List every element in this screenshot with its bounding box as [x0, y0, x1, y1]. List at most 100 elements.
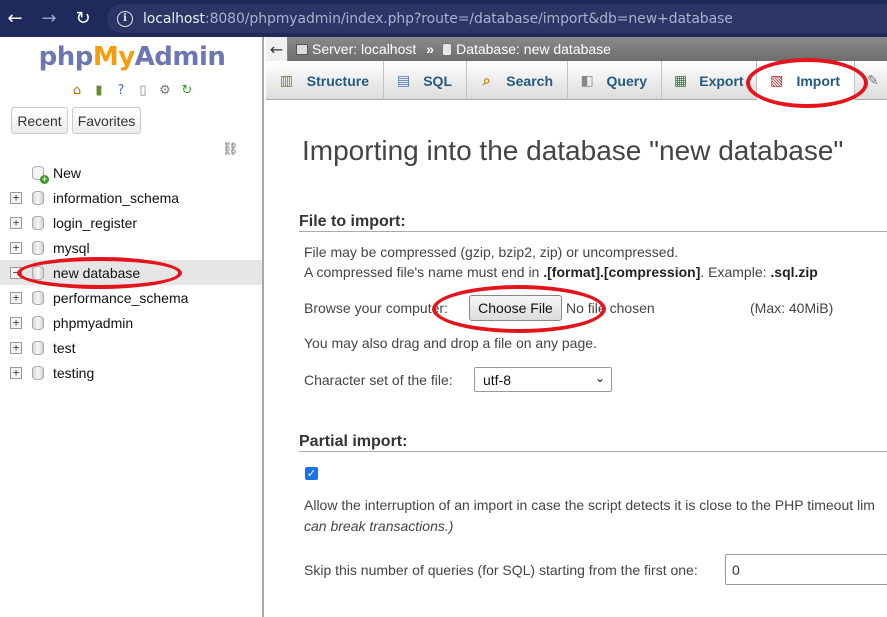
tab-bar: ▥ Structure ▤ SQL ⌕ Search ◧ Query ▦ Exp… [266, 61, 887, 100]
logout-icon[interactable]: ▮ [90, 82, 108, 99]
tab-sql[interactable]: ▤ SQL [384, 61, 467, 100]
tab-label: Query [606, 72, 647, 89]
tab-import[interactable]: ▧ Import [757, 61, 855, 100]
tree-item-login-register[interactable]: + login_register [0, 210, 262, 235]
tree-item-testing[interactable]: + testing [0, 360, 262, 385]
max-size-text: (Max: 40MiB) [750, 300, 834, 316]
charset-select[interactable]: utf-8 ⌄ [474, 367, 612, 392]
page-title: Importing into the database "new databas… [302, 135, 844, 166]
forward-arrow-icon[interactable]: → [34, 0, 64, 37]
sql-icon: ▤ [396, 72, 411, 89]
logo-admin: Admin [134, 42, 226, 72]
allow-interrupt-label: Allow the interruption of an import in c… [304, 497, 875, 513]
structure-icon: ▥ [279, 72, 293, 89]
tree-item-information-schema[interactable]: + information_schema [0, 185, 262, 210]
charset-value: utf-8 [483, 371, 512, 388]
tree-item-label: phpmyadmin [53, 314, 134, 331]
divider [299, 451, 887, 452]
tab-more[interactable]: ✎ [855, 61, 887, 100]
allow-interrupt-checkbox[interactable]: ✓ [305, 467, 318, 480]
allow-interrupt-label-cont: can break transactions.) [304, 518, 454, 534]
expand-icon[interactable]: + [10, 216, 22, 229]
tree-item-label: new database [53, 264, 141, 281]
tab-label: Search [506, 72, 553, 89]
no-file-text: No file chosen [566, 300, 655, 316]
wrench-icon: ✎ [867, 72, 879, 89]
phpmyadmin-logo[interactable]: phpMyAdmin [0, 42, 264, 72]
home-icon[interactable]: ⌂ [68, 82, 86, 99]
database-tree: New + information_schema + login_registe… [0, 160, 262, 385]
tab-structure[interactable]: ▥ Structure [266, 61, 384, 100]
filename-note-prefix: A compressed file's name must end in [304, 264, 544, 280]
database-icon [32, 190, 44, 205]
tree-item-label: New [53, 164, 82, 181]
expand-icon[interactable]: + [10, 316, 22, 329]
reload-icon[interactable]: ↻ [68, 0, 98, 37]
collapse-panel-icon[interactable]: ← [266, 37, 288, 61]
expand-icon[interactable]: + [10, 341, 22, 354]
url-host: localhost [143, 10, 205, 27]
browse-label: Browse your computer: [304, 300, 448, 316]
tree-item-label: login_register [53, 214, 138, 231]
expand-icon[interactable]: + [10, 291, 22, 304]
database-icon [32, 215, 44, 230]
tab-label: Import [796, 72, 840, 89]
tree-item-test[interactable]: + test [0, 335, 262, 360]
server-icon [296, 43, 308, 55]
breadcrumb: ← Server: localhost » Database: new data… [266, 37, 887, 61]
export-icon: ▦ [674, 72, 688, 89]
expand-icon[interactable]: + [10, 366, 22, 379]
tab-label: Export [699, 72, 744, 89]
tree-item-mysql[interactable]: + mysql [0, 235, 262, 260]
partial-section-heading: Partial import: [299, 433, 408, 450]
query-icon: ◧ [580, 72, 594, 89]
filename-note: A compressed file's name must end in .[f… [304, 264, 818, 280]
tree-item-label: information_schema [53, 189, 180, 206]
breadcrumb-server-label: Server: localhost [312, 41, 417, 57]
database-icon [32, 240, 44, 255]
choose-file-button[interactable]: Choose File [469, 295, 562, 321]
database-icon [32, 265, 44, 280]
docs-icon[interactable]: ▯ [134, 82, 152, 99]
breadcrumb-server[interactable]: Server: localhost [296, 41, 416, 57]
help-icon[interactable]: ? [112, 82, 130, 99]
database-icon [32, 315, 44, 330]
gear-icon[interactable]: ⚙ [156, 82, 174, 99]
link-icon[interactable]: ⛓ [222, 142, 239, 157]
database-icon [442, 42, 453, 56]
recent-tab[interactable]: Recent [11, 107, 68, 134]
breadcrumb-database[interactable]: Database: new database [442, 41, 611, 57]
favorites-tab[interactable]: Favorites [72, 107, 141, 134]
tree-item-performance-schema[interactable]: + performance_schema [0, 285, 262, 310]
info-icon[interactable]: i [117, 10, 133, 27]
database-icon [32, 340, 44, 355]
tree-item-new[interactable]: New [0, 160, 262, 185]
tree-item-new-database[interactable]: − new database [0, 260, 262, 285]
tree-item-label: performance_schema [53, 289, 189, 306]
filename-note-mid: . Example: [700, 264, 771, 280]
database-icon [32, 365, 44, 380]
back-arrow-icon[interactable]: ← [0, 0, 30, 37]
tab-query[interactable]: ◧ Query [568, 61, 662, 100]
refresh-icon[interactable]: ↻ [178, 82, 196, 99]
address-bar[interactable]: i localhost:8080/phpmyadmin/index.php?ro… [107, 4, 887, 33]
skip-queries-input[interactable]: 0 [725, 554, 887, 585]
collapse-icon[interactable]: − [10, 266, 22, 279]
database-icon [32, 290, 44, 305]
breadcrumb-database-label: Database: new database [456, 41, 611, 57]
tree-item-phpmyadmin[interactable]: + phpmyadmin [0, 310, 262, 335]
filename-format: .[format].[compression] [543, 264, 701, 280]
logo-my: My [92, 42, 135, 72]
expand-icon[interactable]: + [10, 191, 22, 204]
tab-export[interactable]: ▦ Export [662, 61, 757, 100]
tab-search[interactable]: ⌕ Search [467, 61, 568, 100]
url-text[interactable]: localhost:8080/phpmyadmin/index.php?rout… [143, 11, 733, 27]
filename-example: .sql.zip [770, 264, 818, 280]
quick-links: ⌂ ▮ ? ▯ ⚙ ↻ [68, 82, 196, 99]
logo-php: php [38, 42, 94, 72]
expand-icon[interactable]: + [10, 241, 22, 254]
tree-item-label: mysql [53, 239, 90, 256]
main-panel: ← Server: localhost » Database: new data… [266, 37, 887, 617]
tree-item-label: test [53, 339, 76, 356]
divider [299, 231, 887, 232]
